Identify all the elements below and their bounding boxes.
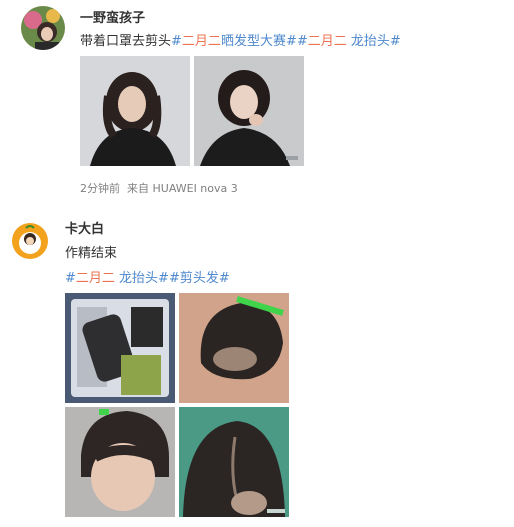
avatar[interactable] bbox=[21, 6, 65, 50]
topic-tag[interactable]: 二月二 bbox=[76, 271, 115, 286]
topic-hash[interactable]: # bbox=[171, 34, 182, 49]
timestamp[interactable]: 2分钟前 bbox=[80, 182, 120, 195]
source: 来自 HUAWEI nova 3 bbox=[127, 182, 238, 195]
post-text-lead: 带着口罩去剪头 bbox=[80, 34, 172, 49]
post-text: 作精结束 bbox=[65, 246, 118, 261]
post-meta: 2分钟前 来自 HUAWEI nova 3 bbox=[80, 180, 238, 196]
topic-tag[interactable]: 二月二 bbox=[182, 34, 221, 49]
post-image[interactable] bbox=[179, 293, 289, 403]
topic-link[interactable]: 龙抬头##剪头发# bbox=[115, 271, 230, 286]
topic-link[interactable]: 晒发型大赛## bbox=[221, 34, 308, 49]
post-text: 带着口罩去剪头#二月二晒发型大赛##二月二 龙抬头# bbox=[80, 30, 401, 49]
username[interactable]: 一野蛮孩子 bbox=[80, 7, 145, 26]
topic-hash[interactable]: # bbox=[65, 271, 76, 286]
topic-link[interactable]: 龙抬头# bbox=[347, 34, 401, 49]
topic-tag[interactable]: 二月二 bbox=[308, 34, 347, 49]
post-image[interactable] bbox=[179, 407, 289, 517]
post-image[interactable] bbox=[65, 293, 175, 403]
post-image[interactable] bbox=[65, 407, 175, 517]
post-tags: #二月二 龙抬头##剪头发# bbox=[65, 267, 230, 286]
username[interactable]: 卡大白 bbox=[65, 218, 104, 237]
avatar[interactable] bbox=[12, 223, 48, 259]
post-image[interactable] bbox=[80, 56, 190, 166]
post-image[interactable] bbox=[194, 56, 304, 166]
